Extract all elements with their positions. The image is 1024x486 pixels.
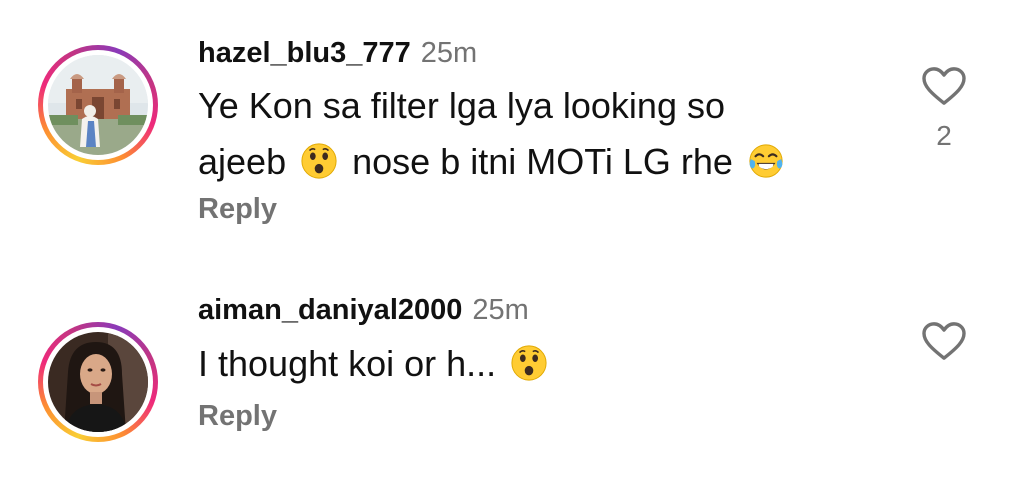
reply-button[interactable]: Reply (198, 193, 277, 226)
comment-text-fragment: ajeeb (198, 141, 287, 182)
avatar-story-ring[interactable] (38, 322, 158, 442)
like-button[interactable] (921, 321, 967, 361)
avatar-image (48, 55, 148, 155)
comment-text-fragment: nose b itni MOTi LG rhe (352, 141, 733, 182)
comment-item: hazel_blu3_777 25m Ye Kon sa filter lga l… (0, 0, 1024, 250)
comment-timestamp: 25m (472, 294, 529, 326)
comment-text: Ye Kon sa filter lga lya looking so ajee… (198, 78, 878, 190)
username-link[interactable]: aiman_daniyal2000 (198, 294, 462, 326)
comment-item: aiman_daniyal2000 25m I thought koi or h.… (0, 250, 1024, 486)
like-button[interactable]: 2 (921, 66, 967, 152)
reply-button[interactable]: Reply (198, 400, 277, 433)
heart-outline-icon[interactable] (921, 321, 967, 361)
avatar-story-ring[interactable] (38, 45, 158, 165)
comment-text-line: Ye Kon sa filter lga lya looking so (198, 85, 725, 126)
surprised-face-emoji (300, 142, 338, 180)
avatar[interactable] (48, 55, 148, 155)
surprised-face-emoji (510, 344, 548, 382)
avatar-image (48, 332, 148, 432)
comment-text-fragment: I thought koi or h... (198, 343, 497, 384)
like-count: 2 (936, 120, 952, 151)
tears-of-joy-emoji (747, 142, 785, 180)
comments-list: hazel_blu3_777 25m Ye Kon sa filter lga l… (0, 0, 1024, 486)
username-link[interactable]: hazel_blu3_777 (198, 37, 411, 69)
comment-text: I thought koi or h... (198, 336, 878, 392)
avatar[interactable] (48, 332, 148, 432)
comment-timestamp: 25m (420, 37, 478, 69)
heart-outline-icon[interactable] (921, 66, 967, 106)
